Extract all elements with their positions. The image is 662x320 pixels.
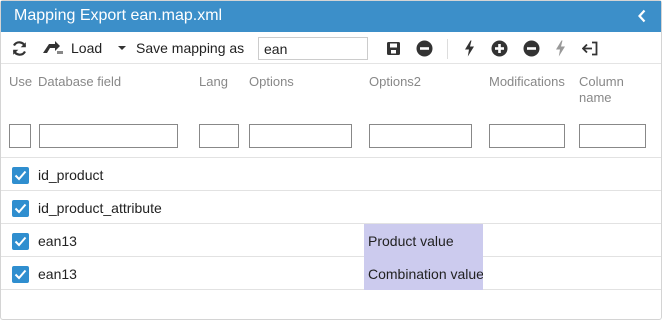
toolbar-separator <box>447 39 448 59</box>
column-header-options: Options <box>249 74 294 89</box>
add-field-button[interactable] <box>488 32 510 64</box>
column-header-column-name: Column name <box>579 74 624 106</box>
filter-column-name[interactable] <box>579 124 646 148</box>
remove-field-button[interactable] <box>520 32 542 64</box>
check-icon <box>14 236 27 247</box>
database-field-cell: ean13 <box>38 233 77 249</box>
table-row[interactable]: ean13 Combination value <box>1 257 661 290</box>
filter-options[interactable] <box>249 124 352 148</box>
column-header-lang: Lang <box>199 74 228 89</box>
bolt-icon <box>555 40 565 56</box>
title-bar: Mapping Export ean.map.xml <box>1 1 661 32</box>
use-checkbox[interactable] <box>12 266 29 283</box>
filter-use[interactable] <box>9 124 31 148</box>
use-checkbox[interactable] <box>12 233 29 250</box>
save-mapping-label: Save mapping as <box>136 40 245 56</box>
mapping-name-input[interactable] <box>258 37 368 60</box>
bolt-icon <box>464 40 474 56</box>
load-icon <box>43 41 63 54</box>
options2-cell[interactable]: Combination value <box>364 257 483 290</box>
import-button[interactable] <box>579 32 601 64</box>
caret-down-icon <box>118 46 127 50</box>
filter-modifications[interactable] <box>489 124 565 148</box>
filter-options2[interactable] <box>369 124 472 148</box>
clear-auto-map-button[interactable] <box>550 32 570 64</box>
table-row[interactable]: id_product_attribute <box>1 191 661 224</box>
save-icon <box>386 41 400 55</box>
column-header-options2: Options2 <box>369 74 422 89</box>
refresh-icon <box>12 40 26 56</box>
minus-circle-icon <box>523 40 539 56</box>
refresh-button[interactable] <box>7 32 31 64</box>
auto-map-button[interactable] <box>459 32 479 64</box>
save-button[interactable] <box>383 32 403 64</box>
minus-circle-icon <box>416 40 432 56</box>
load-label: Load <box>71 40 103 56</box>
table-row[interactable]: ean13 Product value <box>1 224 661 257</box>
filter-database-field[interactable] <box>39 124 178 148</box>
column-header-column-name-line2: name <box>579 90 612 105</box>
sign-in-icon <box>581 41 597 55</box>
plus-circle-icon <box>491 40 507 56</box>
table-row[interactable]: id_product <box>1 158 661 191</box>
delete-mapping-button[interactable] <box>413 32 435 64</box>
mapping-export-panel: Mapping Export ean.map.xml Load Save map… <box>0 0 662 320</box>
filter-lang[interactable] <box>199 124 239 148</box>
column-header-column-name-line1: Column <box>579 74 624 89</box>
use-checkbox[interactable] <box>12 200 29 217</box>
options2-cell[interactable]: Product value <box>364 224 483 257</box>
collapse-button[interactable] <box>633 5 651 27</box>
database-field-cell: ean13 <box>38 266 77 282</box>
check-icon <box>14 170 27 181</box>
column-header-database-field: Database field <box>38 74 122 89</box>
chevron-left-icon <box>638 9 646 23</box>
load-button[interactable]: Load <box>39 32 132 64</box>
database-field-cell: id_product <box>38 167 104 183</box>
panel-title: Mapping Export ean.map.xml <box>14 7 223 24</box>
check-icon <box>14 269 27 280</box>
use-checkbox[interactable] <box>12 167 29 184</box>
column-header-modifications: Modifications <box>489 74 565 89</box>
toolbar: Load Save mapping as <box>1 32 661 64</box>
database-field-cell: id_product_attribute <box>38 200 162 216</box>
check-icon <box>14 203 27 214</box>
column-header-use: Use <box>9 74 33 89</box>
